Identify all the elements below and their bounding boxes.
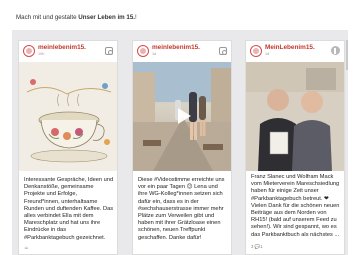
- feed-card[interactable]: meinlebenim15. 10h Interessante Gespräch…: [18, 40, 118, 255]
- headline-prefix: Mach mit und gestalte: [16, 14, 79, 21]
- feed-card[interactable]: meinlebenim15. 1d Diese #Videostimme err…: [132, 40, 232, 255]
- post-footer-emoji: ☕: [24, 245, 29, 251]
- card-header: MeinLebenim15. 1d: [246, 41, 344, 62]
- avatar[interactable]: [137, 45, 149, 57]
- avatar[interactable]: [250, 45, 262, 57]
- play-icon[interactable]: [173, 106, 193, 126]
- instagram-icon[interactable]: [105, 47, 113, 55]
- post-reactions[interactable]: 3 💬1: [251, 244, 263, 250]
- post-time: 1d: [265, 52, 270, 56]
- post-text: Interessante Gespräche, Ideen und Denkan…: [24, 177, 114, 241]
- two-men-photo: [246, 62, 344, 171]
- post-text: Franz Slanec und Wolfram Mack vom Mieter…: [251, 174, 340, 238]
- account-handle[interactable]: meinlebenim15.: [152, 44, 200, 51]
- post-time: 1d: [152, 52, 157, 56]
- card-header: meinlebenim15. 10h: [19, 41, 117, 62]
- feed-scrollbar[interactable]: [346, 40, 348, 70]
- account-handle[interactable]: meinlebenim15.: [38, 44, 86, 51]
- post-image[interactable]: [246, 62, 344, 171]
- feed-card[interactable]: MeinLebenim15. 1d Franz Slanec und Wolfr…: [245, 40, 345, 255]
- headline-suffix: !: [135, 14, 137, 21]
- post-video[interactable]: [133, 62, 231, 171]
- page-headline: Mach mit und gestalte Unser Leben im 15.…: [16, 14, 137, 21]
- card-header: meinlebenim15. 1d: [133, 41, 231, 62]
- post-text: Diese #Videostimme erreichte uns vor ein…: [138, 177, 225, 241]
- teacup-illustration: [19, 62, 117, 171]
- post-time: 10h: [38, 52, 45, 56]
- facebook-icon[interactable]: [331, 46, 340, 55]
- social-feed: meinlebenim15. 10h Interessante Gespräch…: [12, 30, 348, 255]
- headline-bold: Unser Leben im 15.: [78, 14, 135, 21]
- post-image[interactable]: [19, 62, 117, 171]
- account-handle[interactable]: MeinLebenim15.: [265, 44, 315, 51]
- avatar[interactable]: [23, 45, 35, 57]
- instagram-icon[interactable]: [219, 47, 227, 55]
